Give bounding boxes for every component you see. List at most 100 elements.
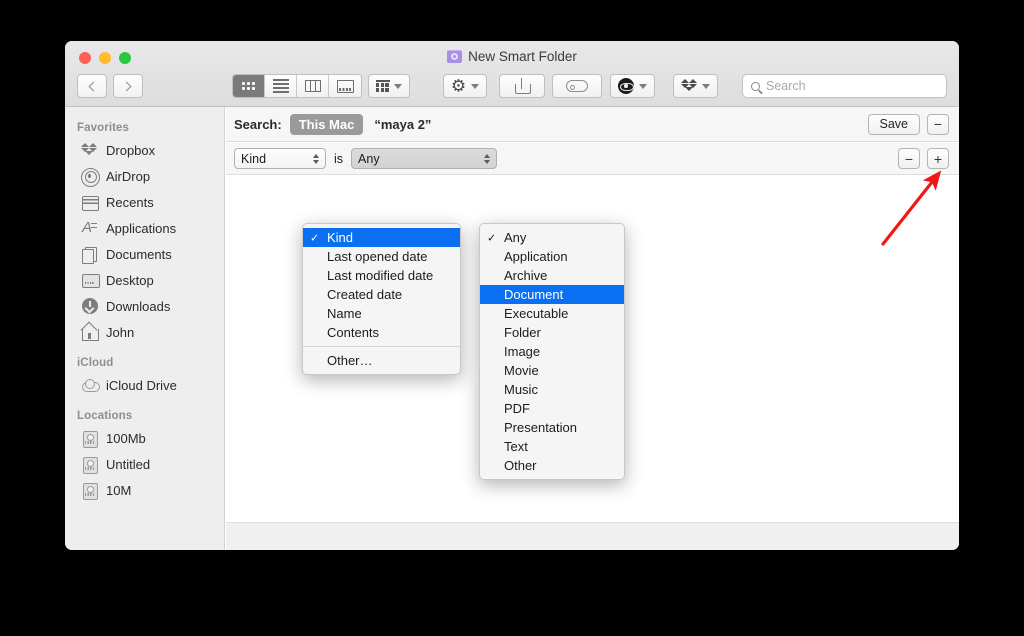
window-title-text: New Smart Folder <box>468 49 577 64</box>
group-by-button[interactable] <box>368 74 410 98</box>
back-button[interactable] <box>77 74 107 98</box>
sidebar-item-john[interactable]: John <box>65 319 224 345</box>
extension-menu-button[interactable] <box>610 74 655 98</box>
magnifier-icon <box>751 82 760 91</box>
attribute-popup-value: Kind <box>241 152 266 166</box>
chevron-down-icon <box>471 84 479 89</box>
menu-item-document[interactable]: Document <box>480 285 624 304</box>
finder-window: New Smart Folder <box>65 41 959 550</box>
sidebar-item-airdrop[interactable]: AirDrop <box>65 163 224 189</box>
menu-item-label: Created date <box>327 287 402 302</box>
desktop-icon <box>81 272 98 289</box>
menu-item-label: Presentation <box>504 420 577 435</box>
menu-item-other[interactable]: Other… <box>303 351 460 370</box>
sidebar-item-downloads[interactable]: Downloads <box>65 293 224 319</box>
checkmark-icon: ✓ <box>310 231 319 244</box>
chevron-down-icon <box>394 84 402 89</box>
attribute-popup-button[interactable]: Kind <box>234 148 326 169</box>
menu-item-image[interactable]: Image <box>480 342 624 361</box>
kind-dropdown-menu: ✓ Any Application Archive Document Execu… <box>479 223 625 480</box>
save-button[interactable]: Save <box>868 114 921 135</box>
sidebar-item-10m[interactable]: 10M <box>65 477 224 503</box>
sidebar-item-documents[interactable]: Documents <box>65 241 224 267</box>
chevron-down-icon <box>702 84 710 89</box>
menu-item-any[interactable]: ✓ Any <box>480 228 624 247</box>
group-stack-icon <box>376 80 389 91</box>
menu-item-presentation[interactable]: Presentation <box>480 418 624 437</box>
chevron-down-icon <box>639 84 647 89</box>
sidebar-item-dropbox[interactable]: Dropbox <box>65 137 224 163</box>
sidebar-item-icloud-drive[interactable]: iCloud Drive <box>65 372 224 398</box>
menu-item-label: Last modified date <box>327 268 433 283</box>
search-label: Search: <box>234 117 282 132</box>
menu-item-label: Folder <box>504 325 541 340</box>
sidebar-header-locations: Locations <box>65 398 224 425</box>
sidebar-item-untitled[interactable]: Untitled <box>65 451 224 477</box>
toolbar-search-field[interactable]: Search <box>742 74 947 98</box>
columns-icon <box>305 80 321 92</box>
sidebar-item-desktop[interactable]: Desktop <box>65 267 224 293</box>
search-query-text: “maya 2” <box>374 117 431 132</box>
sidebar-item-label: Recents <box>106 195 154 210</box>
sidebar-item-100mb[interactable]: 100Mb <box>65 425 224 451</box>
chevron-right-icon <box>122 81 132 91</box>
chevron-left-icon <box>89 81 99 91</box>
search-criteria-row: Kind is Any − + <box>226 143 959 175</box>
menu-item-kind[interactable]: ✓ Kind <box>303 228 460 247</box>
sidebar-item-label: Dropbox <box>106 143 155 158</box>
sidebar-item-recents[interactable]: Recents <box>65 189 224 215</box>
menu-item-label: PDF <box>504 401 530 416</box>
sidebar-item-label: Untitled <box>106 457 150 472</box>
menu-item-label: Archive <box>504 268 547 283</box>
action-menu-button[interactable] <box>443 74 487 98</box>
dropbox-icon <box>681 79 697 94</box>
menu-item-folder[interactable]: Folder <box>480 323 624 342</box>
sidebar-item-label: Applications <box>106 221 176 236</box>
menu-item-last-opened-date[interactable]: Last opened date <box>303 247 460 266</box>
list-view-button[interactable] <box>265 75 297 97</box>
view-mode-segmented-control <box>232 74 362 98</box>
forward-button[interactable] <box>113 74 143 98</box>
value-popup-value: Any <box>358 152 380 166</box>
applications-icon <box>81 220 98 237</box>
menu-item-contents[interactable]: Contents <box>303 323 460 342</box>
sidebar-item-applications[interactable]: Applications <box>65 215 224 241</box>
home-icon <box>81 324 98 341</box>
disk-icon <box>81 482 98 499</box>
menu-item-movie[interactable]: Movie <box>480 361 624 380</box>
menu-item-executable[interactable]: Executable <box>480 304 624 323</box>
menu-item-label: Application <box>504 249 568 264</box>
gallery-view-button[interactable] <box>329 75 361 97</box>
search-scope-bar: Search: This Mac “maya 2” Save − <box>226 107 959 142</box>
window-title: New Smart Folder <box>65 49 959 64</box>
sidebar-item-label: Downloads <box>106 299 170 314</box>
remove-search-row-button[interactable]: − <box>927 114 949 135</box>
menu-item-label: Contents <box>327 325 379 340</box>
menu-item-pdf[interactable]: PDF <box>480 399 624 418</box>
menu-item-created-date[interactable]: Created date <box>303 285 460 304</box>
menu-item-application[interactable]: Application <box>480 247 624 266</box>
dropbox-menu-button[interactable] <box>673 74 718 98</box>
menu-item-text[interactable]: Text <box>480 437 624 456</box>
menu-item-label: Image <box>504 344 540 359</box>
disk-icon <box>81 430 98 447</box>
menu-item-last-modified-date[interactable]: Last modified date <box>303 266 460 285</box>
sidebar-item-label: iCloud Drive <box>106 378 177 393</box>
menu-item-label: Other <box>504 458 537 473</box>
menu-item-label: Name <box>327 306 362 321</box>
column-view-button[interactable] <box>297 75 329 97</box>
menu-item-label: Any <box>504 230 526 245</box>
sidebar-item-label: AirDrop <box>106 169 150 184</box>
share-button[interactable] <box>499 74 545 98</box>
menu-item-name[interactable]: Name <box>303 304 460 323</box>
icon-view-button[interactable] <box>233 75 265 97</box>
value-popup-button[interactable]: Any <box>351 148 497 169</box>
recents-icon <box>81 194 98 211</box>
menu-item-archive[interactable]: Archive <box>480 266 624 285</box>
tag-button[interactable] <box>552 74 602 98</box>
airdrop-icon <box>81 168 98 185</box>
menu-item-other[interactable]: Other <box>480 456 624 475</box>
menu-item-music[interactable]: Music <box>480 380 624 399</box>
menu-item-label: Text <box>504 439 528 454</box>
scope-this-mac-button[interactable]: This Mac <box>290 114 364 135</box>
